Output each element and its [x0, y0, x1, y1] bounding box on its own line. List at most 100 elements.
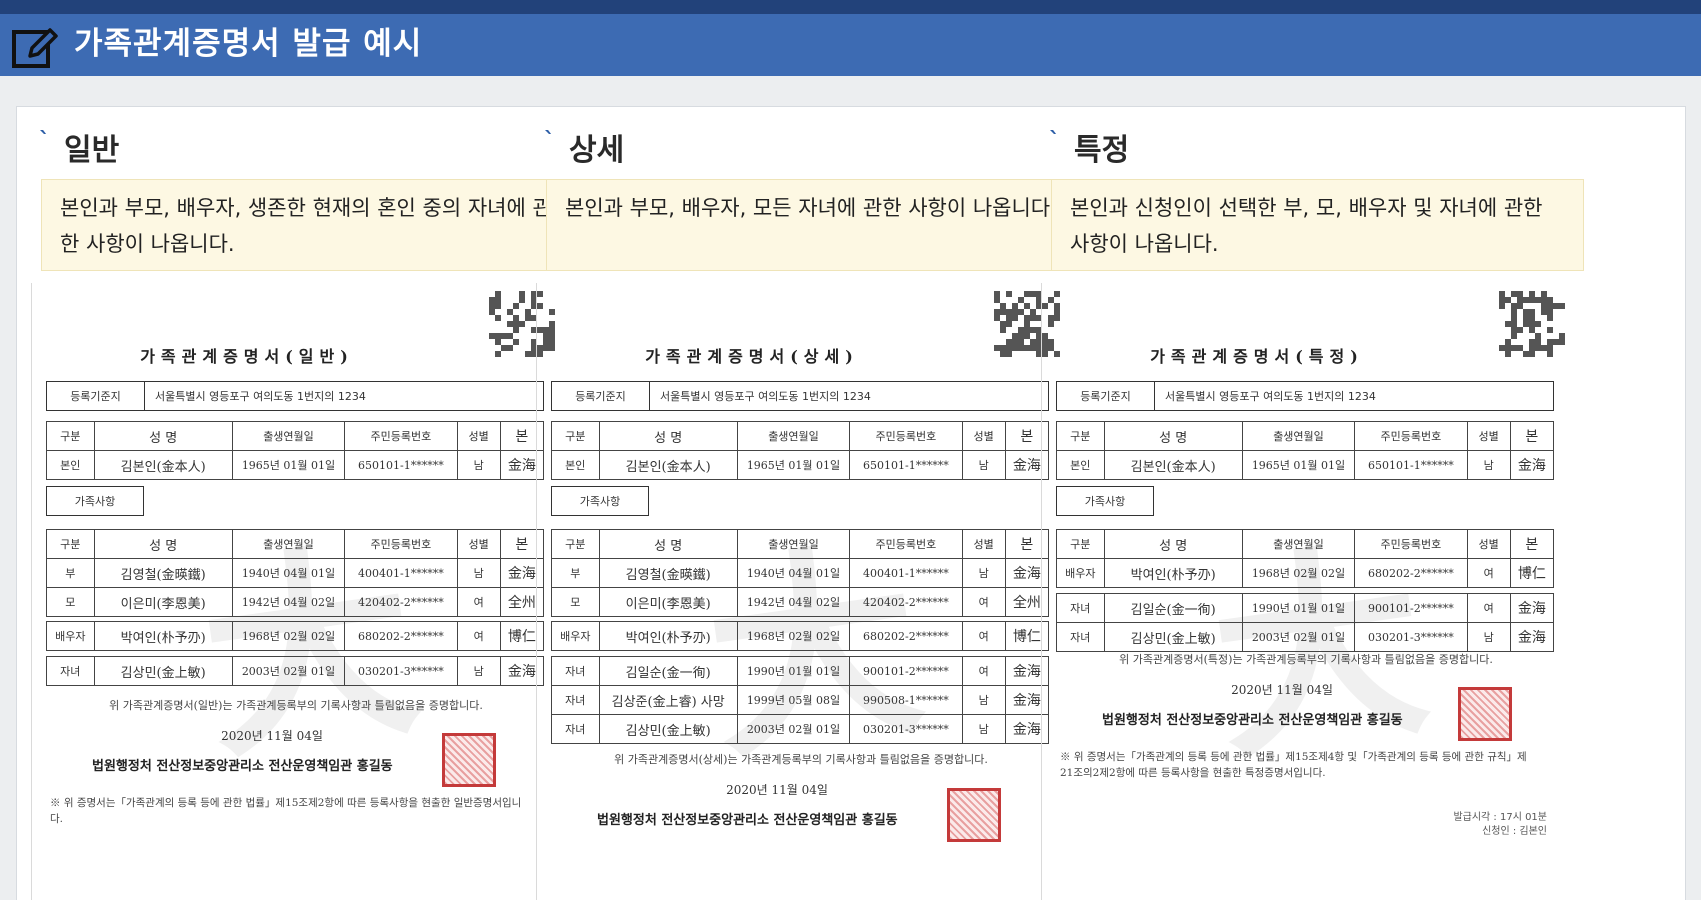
table-cell: 1942년 04월 02일	[736, 587, 851, 617]
table-cell: 성별	[456, 421, 501, 451]
table-row: 자녀 김일순(金一徇) 1990년 01월 01일 900101-2****** 여 金海	[551, 656, 1050, 686]
table-cell: 주민등록번호	[344, 529, 458, 559]
table-cell: 김상준(金上睿) 사망	[598, 685, 738, 715]
table-cell: 김일순(金一徇)	[1103, 593, 1243, 623]
table-cell: 남	[1466, 622, 1511, 652]
table-cell: 출생연월일	[1241, 421, 1356, 451]
issue-time: 발급시각 : 17시 01분 신청인 : 김본인	[1453, 811, 1547, 839]
table-cell: 680202-2******	[1354, 558, 1468, 588]
bullet-mark: ˋ	[39, 128, 50, 154]
table-cell: 박여인(朴予刅)	[598, 621, 738, 651]
table-cell: 자녀	[551, 714, 600, 744]
table-cell: 모	[551, 587, 600, 617]
section-title: ˋ 상세	[544, 125, 624, 169]
spouse-table: 배우자 박여인(朴予刅) 1968년 02월 02일 680202-2****** 여 博…	[46, 621, 545, 651]
table-cell: 1968년 02월 02일	[736, 621, 851, 651]
table-cell: 남	[961, 450, 1006, 480]
table-cell: 680202-2******	[849, 621, 963, 651]
table-row: 본인 김본인(金本人) 1965년 01월 01일 650101-1****** 남 金海	[46, 450, 545, 480]
table-cell: 여	[961, 656, 1006, 686]
table-cell: 구분	[46, 421, 95, 451]
statement: 위 가족관계증명서(일반)는 가족관계등록부의 기록사항과 틀림없음을 증명합니…	[109, 699, 483, 712]
self-table: 구분 성 명 출생연월일 주민등록번호 성별 본 본인 김본인(金本人) 1965년 01월 0…	[551, 421, 1050, 480]
table-cell: 김영철(金暎鐵)	[598, 558, 738, 588]
table-row: 자녀 김상민(金上敏) 2003년 02월 01일 030201-3****** 남 金海	[551, 714, 1050, 744]
statement: 위 가족관계증명서(특정)는 가족관계등록부의 기록사항과 틀림없음을 증명합니…	[1119, 653, 1493, 666]
table-cell: 900101-2******	[1354, 593, 1468, 623]
table-cell: 1940년 04월 01일	[231, 558, 346, 588]
table-cell: 본인	[1056, 450, 1105, 480]
children-table: 자녀 김일순(金一徇) 1990년 01월 01일 900101-2****** 여 金海…	[1056, 593, 1555, 652]
table-cell: 구분	[551, 529, 600, 559]
table-cell: 1965년 01월 01일	[1241, 450, 1356, 480]
content-panel: ˋ 일반 본인과 부모, 배우자, 생존한 현재의 혼인 중의 자녀에 관한 사…	[16, 106, 1686, 900]
table-row: 본인 김본인(金本人) 1965년 01월 01일 650101-1****** 남 金海	[1056, 450, 1555, 480]
spouse-table: 구분 성 명 출생연월일 주민등록번호 성별 본 배우자 박여인(朴予刅) 1968년 02월 …	[1056, 529, 1555, 588]
official-seal	[947, 788, 1001, 842]
table-cell: 본	[1509, 421, 1555, 451]
family-label: 가족사항	[46, 486, 144, 516]
table-cell: 400401-1******	[344, 558, 458, 588]
table-cell: 부	[46, 558, 95, 588]
spouse-table: 배우자 박여인(朴予刅) 1968년 02월 02일 680202-2****** 여 博…	[551, 621, 1050, 651]
table-cell: 1999년 05월 08일	[736, 685, 851, 715]
table-cell: 자녀	[551, 656, 600, 686]
table-cell: 650101-1******	[849, 450, 963, 480]
reg-value: 서울특별시 영등포구 여의도동 1번지의 1234	[1165, 390, 1376, 403]
table-cell: 주민등록번호	[849, 529, 963, 559]
table-cell: 650101-1******	[1354, 450, 1468, 480]
table-cell: 구분	[1056, 421, 1105, 451]
table-cell: 자녀	[1056, 622, 1105, 652]
table-cell: 990508-1******	[849, 685, 963, 715]
table-cell: 1965년 01월 01일	[736, 450, 851, 480]
table-row: 구분 성 명 출생연월일 주민등록번호 성별 본	[1056, 529, 1555, 559]
table-cell: 030201-3******	[1354, 622, 1468, 652]
table-cell: 김상민(金上敏)	[93, 656, 233, 686]
self-table: 구분 성 명 출생연월일 주민등록번호 성별 본 본인 김본인(金本人) 1965년 01월 0…	[1056, 421, 1555, 480]
table-cell: 1990년 01월 01일	[1241, 593, 1356, 623]
reg-value: 서울특별시 영등포구 여의도동 1번지의 1234	[660, 390, 871, 403]
table-cell: 성 명	[598, 421, 738, 451]
table-row: 모 이은미(李恩美) 1942년 04월 02일 420402-2****** 여 全州	[46, 587, 545, 617]
table-cell: 420402-2******	[344, 587, 458, 617]
registration-box: 등록기준지 서울특별시 영등포구 여의도동 1번지의 1234	[46, 381, 544, 411]
table-cell: 남	[456, 656, 501, 686]
column-general: ˋ 일반 본인과 부모, 배우자, 생존한 현재의 혼인 중의 자녀에 관한 사…	[17, 107, 574, 900]
table-cell: 성 명	[1103, 529, 1243, 559]
table-cell: 주민등록번호	[849, 421, 963, 451]
applicant-text: 신청인 : 김본인	[1482, 826, 1547, 837]
table-cell: 본	[1509, 529, 1555, 559]
table-cell: 성 명	[598, 529, 738, 559]
table-cell: 남	[961, 558, 1006, 588]
table-cell: 출생연월일	[231, 421, 346, 451]
table-row: 자녀 김상민(金上敏) 2003년 02월 01일 030201-3****** 남 金海	[46, 656, 545, 686]
table-cell: 900101-2******	[849, 656, 963, 686]
description-box: 본인과 부모, 배우자, 모든 자녀에 관한 사항이 나옵니다.	[546, 179, 1079, 271]
table-cell: 주민등록번호	[1354, 421, 1468, 451]
table-row: 부 김영철(金暎鐵) 1940년 04월 01일 400401-1****** 남 金海	[46, 558, 545, 588]
footer-note: ※ 위 증명서는「가족관계의 등록 등에 관한 법률」제15조제2항에 따른 등…	[50, 797, 522, 825]
table-cell: 성 명	[1103, 421, 1243, 451]
qr-code	[1499, 291, 1565, 357]
footer-note: ※ 위 증명서는「가족관계의 등록 등에 관한 법률」제15조제4항 및「가족관…	[1060, 751, 1527, 779]
table-row: 구분 성 명 출생연월일 주민등록번호 성별 본	[551, 421, 1050, 451]
table-cell: 박여인(朴予刅)	[93, 621, 233, 651]
table-cell: 김본인(金本人)	[598, 450, 738, 480]
table-row: 자녀 김상민(金上敏) 2003년 02월 01일 030201-3****** 남 金海	[1056, 622, 1555, 652]
table-cell: 배우자	[1056, 558, 1105, 588]
table-row: 본인 김본인(金本人) 1965년 01월 01일 650101-1****** 남 金海	[551, 450, 1050, 480]
table-cell: 남	[961, 685, 1006, 715]
table-cell: 성별	[961, 421, 1006, 451]
table-cell: 배우자	[551, 621, 600, 651]
table-cell: 출생연월일	[736, 421, 851, 451]
column-specific: ˋ 특정 본인과 신청인이 선택한 부, 모, 배우자 및 자녀에 관한 사항이…	[1027, 107, 1584, 900]
table-cell: 구분	[551, 421, 600, 451]
table-row: 구분 성 명 출생연월일 주민등록번호 성별 본	[551, 529, 1050, 559]
parents-table: 구분 성 명 출생연월일 주민등록번호 성별 본 부 김영철(金暎鐵) 1940년 04월 01…	[46, 529, 545, 617]
table-cell: 1968년 02월 02일	[231, 621, 346, 651]
table-cell: 1965년 01월 01일	[231, 450, 346, 480]
table-cell: 이은미(李恩美)	[93, 587, 233, 617]
table-cell: 여	[1466, 558, 1511, 588]
table-row: 구분 성 명 출생연월일 주민등록번호 성별 본	[46, 421, 545, 451]
table-cell: 구분	[1056, 529, 1105, 559]
